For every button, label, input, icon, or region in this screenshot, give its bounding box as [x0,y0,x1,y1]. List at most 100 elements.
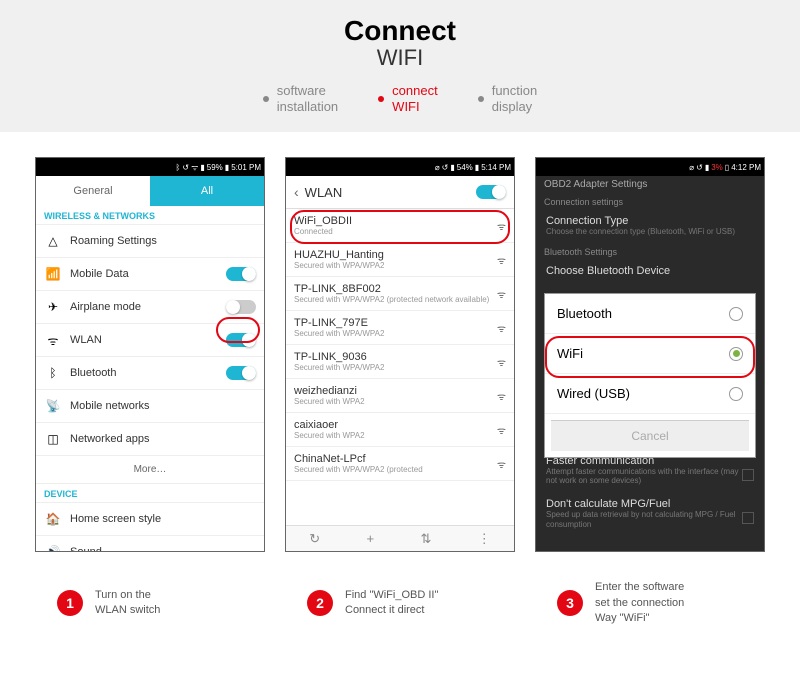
step-number: 3 [557,590,583,616]
wifi-info: TP-LINK_797ESecured with WPA/WPA2 [294,317,491,338]
mute-icon: ⌀ [435,163,440,172]
phones-row: ᛒ ↺ ᯤ ▮ 59% ▮ 5:01 PM General All WIRELE… [0,132,800,562]
network-chinanet[interactable]: ChinaNet-LPcfSecured with WPA/WPA2 (prot… [286,447,514,481]
home-icon: 🏠 [44,510,62,528]
wlan-icon: ᯤ [44,331,62,349]
toggle-airplane[interactable] [226,300,256,314]
status-bar: ᛒ ↺ ᯤ ▮ 59% ▮ 5:01 PM [36,158,264,176]
row-label: Bluetooth [70,367,218,379]
title-wifi: WIFI [0,45,800,71]
row-label: Home screen style [70,513,256,525]
wifi-info: TP-LINK_9036Secured with WPA/WPA2 [294,351,491,372]
option-wifi[interactable]: WiFi [545,334,755,374]
nav-software: software installation [263,83,338,114]
row-networked-apps[interactable]: ◫Networked apps [36,423,264,456]
row-label: Mobile networks [70,400,256,412]
more-link[interactable]: More… [36,456,264,484]
network-tplink-797e[interactable]: TP-LINK_797ESecured with WPA/WPA2 ᯤ [286,311,514,345]
dot-icon [478,96,484,102]
wifi-icon: ᯤ [497,253,506,267]
wifi-info: weizhedianziSecured with WPA2 [294,385,491,406]
signal-icon: ▮ [705,163,709,172]
battery-text: 59% [207,163,223,172]
wifi-info: TP-LINK_8BF002Secured with WPA/WPA2 (pro… [294,283,491,304]
sync-icon: ↺ [442,163,449,172]
toggle-mobile-data[interactable] [226,267,256,281]
network-wifi-obdii[interactable]: WiFi_OBDIIConnectedᯤ [286,209,514,243]
cancel-button[interactable]: Cancel [551,420,749,451]
wifi-info: ChinaNet-LPcfSecured with WPA/WPA2 (prot… [294,453,491,474]
wifi-name: TP-LINK_797E [294,317,491,329]
data-icon: 📶 [44,265,62,283]
network-weizhedianzi[interactable]: weizhedianziSecured with WPA2ᯤ [286,379,514,413]
checkbox-faster[interactable] [742,469,754,481]
tab-all[interactable]: All [150,176,264,206]
roaming-icon: △ [44,232,62,250]
row-sound[interactable]: 🔊Sound [36,536,264,552]
back-icon[interactable]: ‹ [294,184,299,200]
time-text: 5:14 PM [481,163,511,172]
row-roaming[interactable]: △ Roaming Settings [36,225,264,258]
toggle-wlan-master[interactable] [476,185,506,199]
row-sub: Choose the connection type (Bluetooth, W… [546,227,754,237]
sync-icon: ↺ [182,163,189,172]
row-mobile-networks[interactable]: 📡Mobile networks [36,390,264,423]
battery-icon: ▯ [725,163,729,172]
bottom-actions: ↻ + ⇅ ⋮ [286,525,514,551]
step-nav: software installation connect WIFI funct… [0,83,800,114]
row-label: Sound [70,546,256,552]
row-label: Roaming Settings [70,235,256,247]
row-mobile-data[interactable]: 📶Mobile Data [36,258,264,291]
header-band: Connect WIFI software installation conne… [0,0,800,132]
wifi-icon: ᯤ [497,355,506,369]
sec-bluetooth: Bluetooth Settings [536,243,764,259]
row-bt-device[interactable]: Choose Bluetooth Device [536,259,764,283]
row-wlan[interactable]: ᯤ WLAN [36,324,264,357]
wifi-icon: ᯤ [497,219,506,233]
network-huazhu[interactable]: HUAZHU_HantingSecured with WPA/WPA2ᯤ [286,243,514,277]
wifi-sub: Secured with WPA/WPA2 (protected network… [294,295,491,304]
settings-icon[interactable]: ⇅ [420,531,431,547]
toggle-bluetooth[interactable] [226,366,256,380]
option-wired[interactable]: Wired (USB) [545,374,755,414]
checkbox-mpg[interactable] [742,512,754,524]
tabs: General All [36,176,264,206]
nav-function: function display [478,83,538,114]
wifi-icon: ᯤ [191,162,198,173]
step-number: 2 [307,590,333,616]
refresh-icon[interactable]: ↻ [309,531,320,547]
option-bluetooth[interactable]: Bluetooth [545,294,755,334]
network-tplink-9036[interactable]: TP-LINK_9036Secured with WPA/WPA2 ᯤ [286,345,514,379]
menu-icon[interactable]: ⋮ [478,531,491,547]
add-icon[interactable]: + [366,531,374,546]
row-title: Connection Type [546,215,754,227]
step-text: Find "WiFi_OBD II" Connect it direct [345,588,438,619]
dot-icon [378,96,384,102]
row-label: WLAN [70,334,218,346]
row-bluetooth[interactable]: ᛒBluetooth [36,357,264,390]
wifi-icon: ᯤ [497,321,506,335]
network-tplink-8bf002[interactable]: TP-LINK_8BF002Secured with WPA/WPA2 (pro… [286,277,514,311]
caption-1: 1 Turn on the WLAN switch [35,580,265,626]
row-no-mpg[interactable]: Don't calculate MPG/Fuel Speed up data r… [536,492,764,535]
bluetooth-icon: ᛒ [176,163,181,172]
tab-general[interactable]: General [36,176,150,206]
status-bar: ⌀ ↺ ▮ 3% ▯ 4:12 PM [536,158,764,176]
wlan-header: ‹ WLAN [286,176,514,209]
nav-connect: connect WIFI [378,83,438,114]
network-caixiaoer[interactable]: caixiaoerSecured with WPA2ᯤ [286,413,514,447]
connection-dialog: Bluetooth WiFi Wired (USB) Cancel [544,293,756,458]
toggle-wlan[interactable] [226,333,256,347]
wifi-sub: Connected [294,227,491,236]
wifi-icon: ᯤ [497,423,506,437]
section-wireless: WIRELESS & NETWORKS [36,206,264,225]
row-airplane[interactable]: ✈Airplane mode [36,291,264,324]
battery-icon: ▮ [225,163,229,172]
battery-text: 54% [457,163,473,172]
radio-icon [729,347,743,361]
airplane-icon: ✈ [44,298,62,316]
row-connection-type[interactable]: Connection Type Choose the connection ty… [536,209,764,243]
phone-wlan-list: ⌀ ↺ ▮ 54% ▮ 5:14 PM ‹ WLAN WiFi_OBDIICon… [285,157,515,552]
row-home-style[interactable]: 🏠 Home screen style [36,503,264,536]
opt-label: Wired (USB) [557,386,630,401]
